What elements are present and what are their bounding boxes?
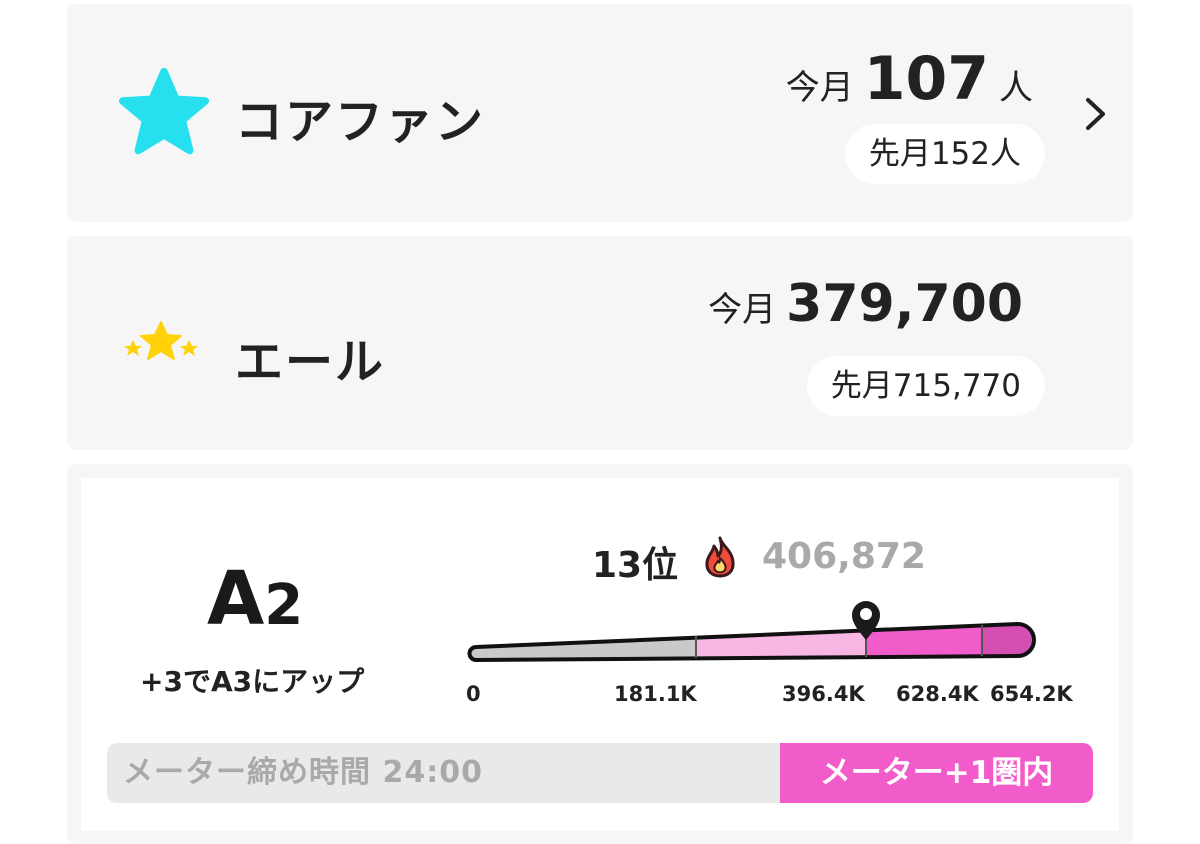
core-fan-title: コアファン [235, 94, 486, 150]
rank-position: 13位 [592, 545, 679, 586]
tier-up-note: +3でA3にアップ [140, 665, 365, 698]
yell-last-month: 先月715,770 [806, 356, 1045, 416]
core-fan-unit: 人 [999, 68, 1033, 108]
core-fan-card[interactable]: コアファン 今月 107 人 先月152人 [67, 4, 1133, 222]
this-month-label: 今月 [785, 68, 854, 108]
tier-number: 2 [264, 573, 304, 638]
core-fan-this-month: 今月 107 人 [786, 44, 1033, 114]
meter-tick-2: 396.4K [782, 682, 865, 706]
yell-title: エール [235, 334, 386, 390]
this-month-label: 今月 [708, 290, 777, 330]
tier-letter: A [207, 556, 265, 642]
meter-tick-3: 628.4K [896, 682, 979, 706]
yell-card: エール 今月 379,700 先月715,770 [67, 236, 1133, 450]
core-fan-count: 107 [863, 44, 989, 114]
yell-this-month: 今月 379,700 [708, 274, 1033, 334]
meter-tick-1: 181.1K [614, 682, 697, 706]
meter-tick-4: 654.2K [990, 682, 1073, 706]
chevron-right-icon[interactable] [1083, 96, 1109, 132]
three-stars-icon [124, 321, 198, 360]
meter-tick-0: 0 [466, 682, 481, 706]
meter-status-bar: メーター締め時間 24:00 メーター+1圏内 [107, 743, 1093, 803]
star-icon [118, 67, 210, 155]
tier-label: A2 [207, 556, 303, 642]
core-fan-last-month: 先月152人 [844, 124, 1045, 184]
meter-rank-badge: メーター+1圏内 [780, 743, 1093, 803]
meter-deadline: メーター締め時間 24:00 [123, 755, 483, 790]
rank-score: 406,872 [762, 536, 926, 577]
ranking-meter [467, 601, 1036, 662]
yell-count: 379,700 [786, 274, 1023, 334]
flame-icon [705, 536, 735, 578]
